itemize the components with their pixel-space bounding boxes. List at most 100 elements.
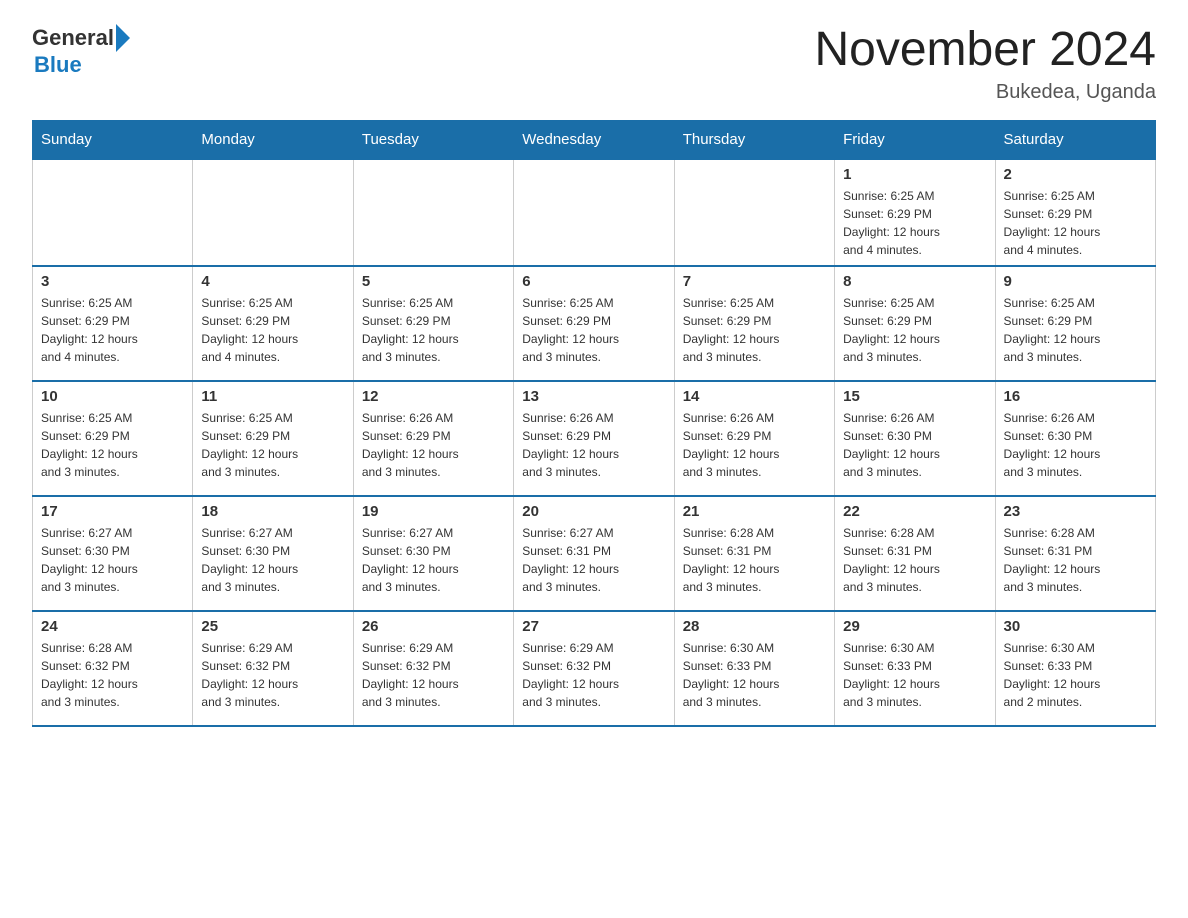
day-info: Sunrise: 6:25 AMSunset: 6:29 PMDaylight:… — [522, 294, 665, 366]
day-info: Sunrise: 6:25 AMSunset: 6:29 PMDaylight:… — [683, 294, 826, 366]
day-number: 12 — [362, 388, 505, 405]
day-number: 8 — [843, 273, 986, 290]
calendar-location: Bukedea, Uganda — [814, 81, 1156, 104]
col-monday: Monday — [193, 120, 353, 159]
day-number: 21 — [683, 503, 826, 520]
logo: General Blue — [32, 24, 130, 78]
day-number: 4 — [201, 273, 344, 290]
day-info: Sunrise: 6:25 AMSunset: 6:29 PMDaylight:… — [843, 187, 986, 259]
day-number: 5 — [362, 273, 505, 290]
day-info: Sunrise: 6:25 AMSunset: 6:29 PMDaylight:… — [201, 294, 344, 366]
day-info: Sunrise: 6:28 AMSunset: 6:32 PMDaylight:… — [41, 639, 184, 711]
day-number: 3 — [41, 273, 184, 290]
day-number: 10 — [41, 388, 184, 405]
calendar-cell: 6 Sunrise: 6:25 AMSunset: 6:29 PMDaylight… — [514, 266, 674, 381]
day-info: Sunrise: 6:25 AMSunset: 6:29 PMDaylight:… — [362, 294, 505, 366]
day-info: Sunrise: 6:30 AMSunset: 6:33 PMDaylight:… — [683, 639, 826, 711]
day-number: 26 — [362, 618, 505, 635]
day-info: Sunrise: 6:27 AMSunset: 6:30 PMDaylight:… — [362, 524, 505, 596]
calendar-cell: 26 Sunrise: 6:29 AMSunset: 6:32 PMDayligh… — [353, 611, 513, 726]
col-tuesday: Tuesday — [353, 120, 513, 159]
day-info: Sunrise: 6:27 AMSunset: 6:30 PMDaylight:… — [41, 524, 184, 596]
calendar-cell: 28 Sunrise: 6:30 AMSunset: 6:33 PMDayligh… — [674, 611, 834, 726]
calendar-cell — [674, 159, 834, 266]
day-info: Sunrise: 6:29 AMSunset: 6:32 PMDaylight:… — [522, 639, 665, 711]
title-area: November 2024 Bukedea, Uganda — [814, 24, 1156, 104]
day-number: 2 — [1004, 166, 1147, 183]
day-info: Sunrise: 6:26 AMSunset: 6:30 PMDaylight:… — [843, 409, 986, 481]
day-info: Sunrise: 6:25 AMSunset: 6:29 PMDaylight:… — [201, 409, 344, 481]
calendar-cell: 9Sunrise: 6:25 AMSunset: 6:29 PMDaylight… — [995, 266, 1155, 381]
day-info: Sunrise: 6:25 AMSunset: 6:29 PMDaylight:… — [1004, 187, 1147, 259]
day-number: 1 — [843, 166, 986, 183]
day-number: 19 — [362, 503, 505, 520]
col-friday: Friday — [835, 120, 995, 159]
day-number: 11 — [201, 388, 344, 405]
page-header: General Blue November 2024 Bukedea, Ugan… — [32, 24, 1156, 104]
calendar-cell: 17 Sunrise: 6:27 AMSunset: 6:30 PMDayligh… — [33, 496, 193, 611]
calendar-cell: 12 Sunrise: 6:26 AMSunset: 6:29 PMDayligh… — [353, 381, 513, 496]
col-sunday: Sunday — [33, 120, 193, 159]
calendar-cell — [193, 159, 353, 266]
calendar-cell: 24 Sunrise: 6:28 AMSunset: 6:32 PMDayligh… — [33, 611, 193, 726]
calendar-week-5: 24 Sunrise: 6:28 AMSunset: 6:32 PMDayligh… — [33, 611, 1156, 726]
day-number: 17 — [41, 503, 184, 520]
day-info: Sunrise: 6:26 AMSunset: 6:29 PMDaylight:… — [683, 409, 826, 481]
day-number: 20 — [522, 503, 665, 520]
day-number: 28 — [683, 618, 826, 635]
day-info: Sunrise: 6:28 AMSunset: 6:31 PMDaylight:… — [683, 524, 826, 596]
calendar-cell: 25 Sunrise: 6:29 AMSunset: 6:32 PMDayligh… — [193, 611, 353, 726]
calendar-table: Sunday Monday Tuesday Wednesday Thursday… — [32, 120, 1156, 727]
logo-triangle-icon — [116, 24, 130, 52]
day-number: 29 — [843, 618, 986, 635]
calendar-cell: 4 Sunrise: 6:25 AMSunset: 6:29 PMDaylight… — [193, 266, 353, 381]
day-info: Sunrise: 6:28 AMSunset: 6:31 PMDaylight:… — [843, 524, 986, 596]
calendar-cell: 13 Sunrise: 6:26 AMSunset: 6:29 PMDayligh… — [514, 381, 674, 496]
day-number: 27 — [522, 618, 665, 635]
calendar-cell: 16 Sunrise: 6:26 AMSunset: 6:30 PMDayligh… — [995, 381, 1155, 496]
day-number: 6 — [522, 273, 665, 290]
day-number: 22 — [843, 503, 986, 520]
calendar-header-row: Sunday Monday Tuesday Wednesday Thursday… — [33, 120, 1156, 159]
calendar-week-4: 17 Sunrise: 6:27 AMSunset: 6:30 PMDayligh… — [33, 496, 1156, 611]
calendar-title: November 2024 — [814, 24, 1156, 77]
day-info: Sunrise: 6:27 AMSunset: 6:31 PMDaylight:… — [522, 524, 665, 596]
day-info: Sunrise: 6:26 AMSunset: 6:29 PMDaylight:… — [522, 409, 665, 481]
day-info: Sunrise: 6:26 AMSunset: 6:29 PMDaylight:… — [362, 409, 505, 481]
col-wednesday: Wednesday — [514, 120, 674, 159]
logo-blue-text: Blue — [34, 52, 130, 78]
day-info: Sunrise: 6:25 AMSunset: 6:29 PMDaylight:… — [41, 294, 184, 366]
calendar-cell: 11 Sunrise: 6:25 AMSunset: 6:29 PMDayligh… — [193, 381, 353, 496]
calendar-cell: 15Sunrise: 6:26 AMSunset: 6:30 PMDayligh… — [835, 381, 995, 496]
day-number: 30 — [1004, 618, 1147, 635]
day-number: 7 — [683, 273, 826, 290]
day-info: Sunrise: 6:28 AMSunset: 6:31 PMDaylight:… — [1004, 524, 1147, 596]
calendar-cell: 29 Sunrise: 6:30 AMSunset: 6:33 PMDayligh… — [835, 611, 995, 726]
day-number: 25 — [201, 618, 344, 635]
calendar-cell: 18 Sunrise: 6:27 AMSunset: 6:30 PMDayligh… — [193, 496, 353, 611]
day-info: Sunrise: 6:29 AMSunset: 6:32 PMDaylight:… — [201, 639, 344, 711]
day-number: 24 — [41, 618, 184, 635]
calendar-cell — [514, 159, 674, 266]
calendar-week-1: 1 Sunrise: 6:25 AMSunset: 6:29 PMDaylight… — [33, 159, 1156, 266]
col-saturday: Saturday — [995, 120, 1155, 159]
calendar-cell: 1 Sunrise: 6:25 AMSunset: 6:29 PMDaylight… — [835, 159, 995, 266]
calendar-cell: 8Sunrise: 6:25 AMSunset: 6:29 PMDaylight… — [835, 266, 995, 381]
day-number: 16 — [1004, 388, 1147, 405]
day-info: Sunrise: 6:30 AMSunset: 6:33 PMDaylight:… — [1004, 639, 1147, 711]
day-number: 13 — [522, 388, 665, 405]
day-info: Sunrise: 6:25 AMSunset: 6:29 PMDaylight:… — [41, 409, 184, 481]
calendar-week-2: 3 Sunrise: 6:25 AMSunset: 6:29 PMDaylight… — [33, 266, 1156, 381]
calendar-cell: 10 Sunrise: 6:25 AMSunset: 6:29 PMDayligh… — [33, 381, 193, 496]
day-info: Sunrise: 6:29 AMSunset: 6:32 PMDaylight:… — [362, 639, 505, 711]
logo-general-text: General — [32, 25, 114, 51]
day-info: Sunrise: 6:25 AMSunset: 6:29 PMDaylight:… — [1004, 294, 1147, 366]
day-info: Sunrise: 6:26 AMSunset: 6:30 PMDaylight:… — [1004, 409, 1147, 481]
day-number: 14 — [683, 388, 826, 405]
calendar-week-3: 10 Sunrise: 6:25 AMSunset: 6:29 PMDayligh… — [33, 381, 1156, 496]
day-number: 18 — [201, 503, 344, 520]
calendar-cell: 22 Sunrise: 6:28 AMSunset: 6:31 PMDayligh… — [835, 496, 995, 611]
day-info: Sunrise: 6:30 AMSunset: 6:33 PMDaylight:… — [843, 639, 986, 711]
day-info: Sunrise: 6:27 AMSunset: 6:30 PMDaylight:… — [201, 524, 344, 596]
calendar-cell: 23Sunrise: 6:28 AMSunset: 6:31 PMDayligh… — [995, 496, 1155, 611]
